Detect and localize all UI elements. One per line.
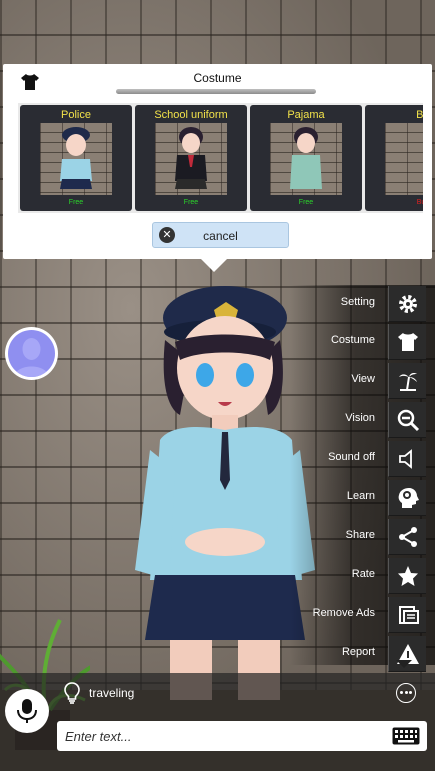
more-options-icon[interactable] xyxy=(396,683,416,703)
menu-item-label: Learn xyxy=(346,490,375,502)
menu-item-sound-off[interactable]: Sound off xyxy=(290,440,435,478)
costume-price: Free xyxy=(298,199,314,206)
menu-item-report[interactable]: Report xyxy=(290,635,435,673)
costume-card-school-uniform[interactable]: School uniform Free xyxy=(135,105,247,211)
menu-item-label: Vision xyxy=(345,412,375,424)
shirt-icon[interactable] xyxy=(388,324,426,360)
costume-price: Free xyxy=(183,199,199,206)
costume-card-partial[interactable]: Bi Bu xyxy=(365,105,423,211)
menu-item-rate[interactable]: Rate xyxy=(290,557,435,595)
menu-item-learn[interactable]: Learn xyxy=(290,479,435,517)
side-menu: Setting Costume View Vision Sound off Le… xyxy=(290,285,435,672)
menu-item-remove-ads[interactable]: Remove Ads xyxy=(290,596,435,634)
lightbulb-icon xyxy=(64,682,80,704)
costume-thumbnail xyxy=(40,123,112,195)
costume-carousel[interactable]: Police Free School uniform Free Pajama F… xyxy=(18,103,423,213)
costume-price: Free xyxy=(68,199,84,206)
zoom-out-icon[interactable] xyxy=(388,402,426,438)
menu-item-setting[interactable]: Setting xyxy=(290,285,435,323)
panel-title: Costume xyxy=(193,71,242,85)
menu-item-label: View xyxy=(351,373,375,385)
brain-head-icon[interactable] xyxy=(388,480,426,516)
user-silhouette-icon xyxy=(14,338,49,377)
keyboard-icon[interactable] xyxy=(392,727,420,745)
costume-card-label: Bi xyxy=(416,109,423,121)
costume-thumbnail xyxy=(270,123,342,195)
topic-label[interactable]: traveling xyxy=(89,686,134,700)
menu-item-costume[interactable]: Costume xyxy=(290,323,435,361)
menu-item-label: Share xyxy=(345,529,375,541)
menu-item-vision[interactable]: Vision xyxy=(290,401,435,439)
no-ads-icon[interactable] xyxy=(388,597,426,633)
share-icon[interactable] xyxy=(388,519,426,555)
costume-card-police[interactable]: Police Free xyxy=(20,105,132,211)
panel-pointer xyxy=(200,258,228,272)
costume-card-label: School uniform xyxy=(154,109,228,121)
palm-tree-icon[interactable] xyxy=(388,363,426,399)
menu-item-label: Setting xyxy=(340,296,375,308)
avatar[interactable] xyxy=(5,327,58,380)
cancel-button[interactable]: ✕ cancel xyxy=(152,222,289,248)
costume-card-label: Pajama xyxy=(287,109,325,121)
costume-card-label: Police xyxy=(61,109,91,121)
costume-thumbnail xyxy=(385,123,423,195)
menu-item-share[interactable]: Share xyxy=(290,518,435,556)
menu-item-label: Costume xyxy=(330,334,375,346)
chevron-down-icon[interactable] xyxy=(396,660,412,668)
costume-panel: Costume Police Free School uniform Free … xyxy=(3,64,432,259)
menu-item-label: Report xyxy=(341,646,375,658)
costume-thumbnail xyxy=(155,123,227,195)
menu-item-view[interactable]: View xyxy=(290,362,435,400)
menu-item-label: Sound off xyxy=(328,451,375,463)
microphone-button[interactable] xyxy=(5,689,49,733)
menu-item-label: Remove Ads xyxy=(312,607,375,619)
scroll-indicator[interactable] xyxy=(116,89,316,94)
costume-price: Bu xyxy=(416,199,423,206)
cancel-label: cancel xyxy=(203,229,238,243)
star-icon[interactable] xyxy=(388,558,426,594)
microphone-icon xyxy=(17,699,37,723)
chat-input[interactable] xyxy=(57,721,427,751)
speaker-icon[interactable] xyxy=(388,441,426,477)
gear-icon[interactable] xyxy=(388,286,426,322)
costume-card-pajama[interactable]: Pajama Free xyxy=(250,105,362,211)
menu-item-label: Rate xyxy=(351,568,375,580)
